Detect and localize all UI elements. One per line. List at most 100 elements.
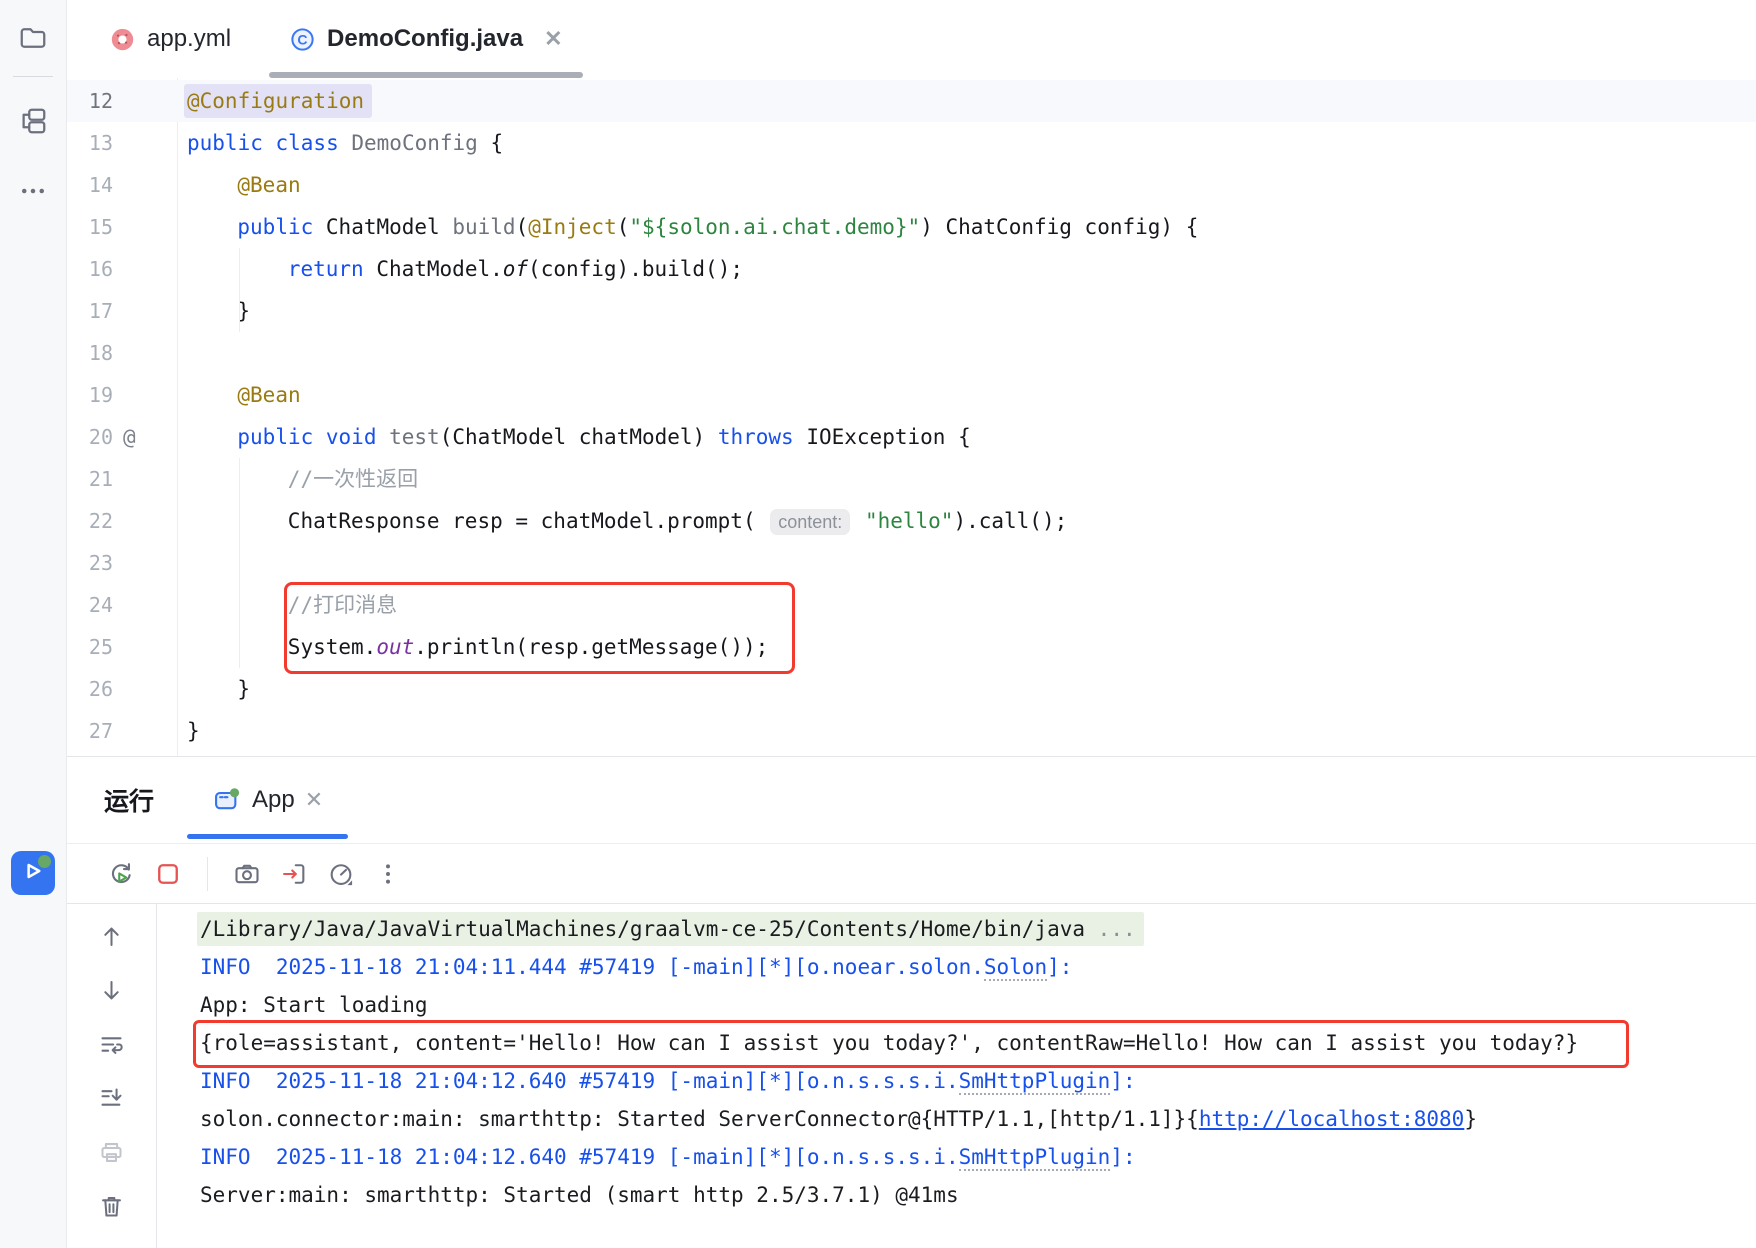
code-token: ).call();: [953, 509, 1067, 533]
code-line-16: 16return ChatModel.of(config).build();: [67, 248, 1756, 290]
trash-icon[interactable]: [98, 1192, 126, 1220]
code-token: of: [503, 257, 528, 281]
line-number[interactable]: 26: [67, 668, 113, 710]
code-line-21: 21//一次性返回: [67, 458, 1756, 500]
code-lines: 12 @Configuration 13 public class DemoConfi…: [67, 78, 1756, 756]
code-editor: 12 @Configuration 13 public class DemoConfi…: [67, 78, 1756, 756]
attach-icon[interactable]: [280, 860, 308, 888]
command-line-highlight: /Library/Java/JavaVirtualMachines/graalv…: [197, 912, 1144, 946]
code-line-22: 22ChatResponse resp = chatModel.prompt( …: [67, 500, 1756, 542]
code-text: }: [187, 710, 200, 752]
line-number[interactable]: 27: [67, 710, 113, 752]
line-number[interactable]: 25: [67, 626, 113, 668]
code-token: (: [617, 215, 630, 239]
run-toolbar: [67, 844, 1756, 904]
line-number[interactable]: 20: [67, 416, 113, 458]
console-line-5: INFO 2025-11-18 21:04:12.640 #57419 [-ma…: [200, 1062, 1756, 1100]
code-token: build: [452, 215, 515, 239]
console-text: ...: [1098, 917, 1136, 941]
console-text: /Library/Java/JavaVirtualMachines/graalv…: [200, 917, 1098, 941]
console-line-7: INFO 2025-11-18 21:04:12.640 #57419 [-ma…: [200, 1138, 1756, 1176]
line-number[interactable]: 22: [67, 500, 113, 542]
line-number[interactable]: 17: [67, 290, 113, 332]
code-text: }: [187, 290, 250, 332]
line-number[interactable]: 12: [67, 80, 113, 122]
more-tool-windows-icon[interactable]: [13, 173, 53, 213]
console-text: }: [1464, 1107, 1477, 1131]
active-run-tab-underline: [187, 834, 348, 839]
dependencies-tool-icon[interactable]: [13, 1020, 53, 1060]
code-text: public void test(ChatModel chatModel) th…: [187, 416, 971, 458]
code-token: DemoConfig: [351, 131, 477, 155]
run-panel: 运行 App ✕: [67, 756, 1756, 904]
code-line-26: 26}: [67, 668, 1756, 710]
code-line-25: 25 System.out.println(resp.getMessage());: [67, 626, 1756, 668]
gutter-annotation-icon[interactable]: @: [123, 416, 136, 458]
tab-run-app[interactable]: App ✕: [187, 757, 348, 843]
code-token: (config).build();: [528, 257, 743, 281]
line-number[interactable]: 16: [67, 248, 113, 290]
code-text: System.out.println(resp.getMessage());: [187, 626, 768, 668]
console-line-4: {role=assistant, content='Hello! How can…: [200, 1024, 1756, 1062]
code-line-19: 19@Bean: [67, 374, 1756, 416]
line-number[interactable]: 18: [67, 332, 113, 374]
line-number[interactable]: 15: [67, 206, 113, 248]
code-token: ) ChatConfig config) {: [920, 215, 1198, 239]
line-number[interactable]: 21: [67, 458, 113, 500]
kebab-icon[interactable]: [374, 860, 402, 888]
terminal-tool-icon[interactable]: [13, 1172, 53, 1212]
svg-text:C: C: [297, 31, 307, 47]
camera-icon[interactable]: [233, 860, 261, 888]
console-text: INFO 2025-11-18 21:04:12.640 #57419 [-ma…: [200, 1069, 959, 1093]
rerun-icon[interactable]: [107, 860, 135, 888]
tab-app-yml[interactable]: app.yml: [91, 0, 249, 78]
left-activity-bar: [0, 0, 67, 1248]
close-tab-icon[interactable]: ✕: [544, 28, 562, 50]
console-line-1: /Library/Java/JavaVirtualMachines/graalv…: [200, 910, 1756, 948]
code-token: public void: [237, 425, 389, 449]
line-number[interactable]: 23: [67, 542, 113, 584]
line-number[interactable]: 13: [67, 122, 113, 164]
arrow-down-icon[interactable]: [98, 976, 126, 1004]
build-tool-icon[interactable]: [13, 938, 53, 978]
console-side-toolbar: [67, 904, 157, 1248]
code-line-18: 18: [67, 332, 1756, 374]
code-token: return: [288, 257, 377, 281]
console-lines: /Library/Java/JavaVirtualMachines/graalv…: [200, 910, 1756, 1214]
console-output: /Library/Java/JavaVirtualMachines/graalv…: [157, 904, 1756, 1248]
code-text: @Configuration: [187, 80, 372, 122]
stop-icon[interactable]: [154, 860, 182, 888]
tab-democonfig-java[interactable]: C DemoConfig.java ✕: [269, 0, 582, 78]
code-token: public: [237, 215, 326, 239]
code-token: }: [187, 719, 200, 743]
code-token: @Bean: [237, 173, 300, 197]
folder-icon: [18, 23, 48, 58]
main-column: app.yml C DemoConfig.java ✕ 12 @Configura…: [67, 0, 1756, 1248]
code-token: IOException {: [794, 425, 971, 449]
code-token: .println(resp.getMessage());: [414, 635, 768, 659]
services-tool-icon[interactable]: [13, 1097, 53, 1137]
structure-tool-icon[interactable]: [13, 103, 53, 143]
code-token: "hello": [865, 509, 954, 533]
code-token: throws: [718, 425, 794, 449]
scroll-end-icon[interactable]: [98, 1084, 126, 1112]
printer-icon[interactable]: [98, 1138, 126, 1166]
line-number[interactable]: 24: [67, 584, 113, 626]
code-text: public ChatModel build(@Inject("${solon.…: [187, 206, 1198, 248]
console-text: INFO 2025-11-18 21:04:11.444 #57419 [-ma…: [200, 955, 984, 979]
ide-window: app.yml C DemoConfig.java ✕ 12 @Configura…: [0, 0, 1756, 1248]
profiler-icon[interactable]: [327, 860, 355, 888]
project-folder-icon[interactable]: [13, 20, 53, 60]
code-token: ChatModel: [326, 215, 452, 239]
line-number[interactable]: 19: [67, 374, 113, 416]
arrow-up-icon[interactable]: [98, 922, 126, 950]
close-run-tab-icon[interactable]: ✕: [305, 789, 323, 811]
localhost-link[interactable]: http://localhost:8080: [1199, 1107, 1465, 1131]
console-line-8: Server:main: smarthttp: Started (smart h…: [200, 1176, 1756, 1214]
code-text: public class DemoConfig {: [187, 122, 503, 164]
soft-wrap-icon[interactable]: [98, 1030, 126, 1058]
code-line-20: 20@ public void test(ChatModel chatModel)…: [67, 416, 1756, 458]
line-number[interactable]: 14: [67, 164, 113, 206]
run-tool-window-button[interactable]: [11, 851, 55, 895]
code-token: ChatResponse resp = chatModel.prompt(: [288, 509, 768, 533]
